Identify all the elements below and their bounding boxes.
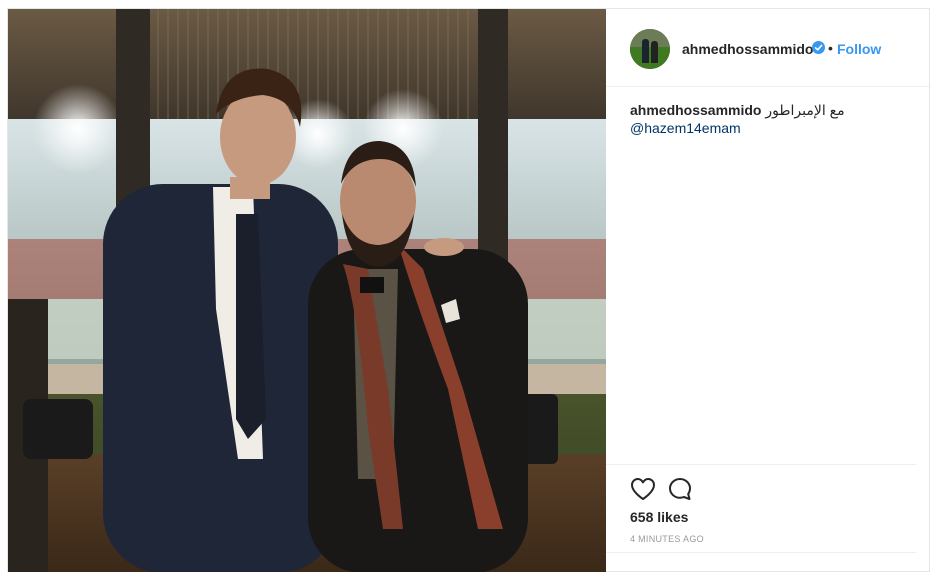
- post-header: ahmedhossammido • Follow: [606, 9, 931, 87]
- post-photo-image: [8, 9, 606, 572]
- post-sidebar: ahmedhossammido • Follow ahmedhossammido…: [606, 9, 931, 572]
- caption-username[interactable]: ahmedhossammido: [630, 102, 761, 118]
- instagram-post: ahmedhossammido • Follow ahmedhossammido…: [7, 8, 931, 572]
- avatar[interactable]: [630, 29, 670, 69]
- post-photo[interactable]: [8, 9, 606, 572]
- caption-text: مع الإمبراطور: [765, 102, 845, 118]
- caption-mention-link[interactable]: @hazem14emam: [630, 119, 920, 137]
- heart-icon[interactable]: [630, 477, 656, 501]
- avatar-figure: [642, 39, 649, 63]
- verified-badge-icon: [812, 41, 825, 54]
- follow-button[interactable]: Follow: [837, 41, 881, 57]
- avatar-background: [630, 29, 670, 47]
- likes-count[interactable]: 658 likes: [630, 509, 688, 525]
- avatar-figure: [651, 41, 658, 63]
- post-caption: ahmedhossammido مع الإمبراطور @hazem14em…: [630, 101, 920, 137]
- comment-icon[interactable]: [668, 477, 692, 501]
- avatar-grass: [630, 47, 670, 69]
- header-username[interactable]: ahmedhossammido: [682, 41, 813, 57]
- header-separator: •: [828, 40, 833, 56]
- post-timestamp[interactable]: 4 MINUTES AGO: [630, 534, 704, 544]
- divider: [606, 552, 916, 553]
